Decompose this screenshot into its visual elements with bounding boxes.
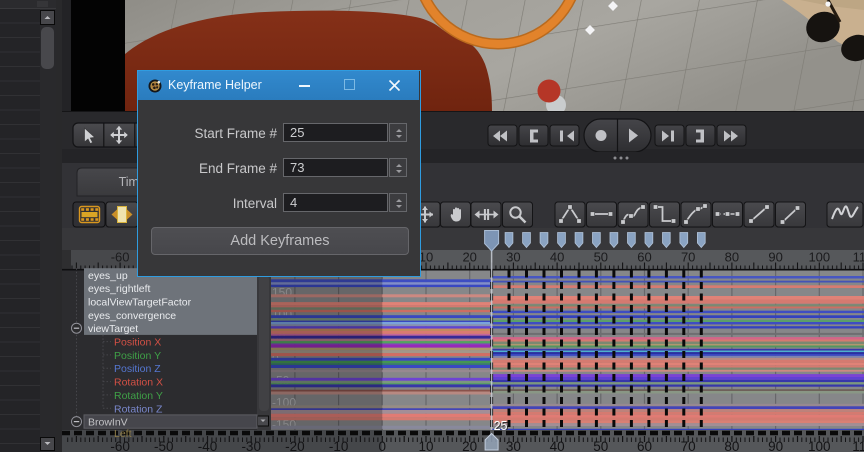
svg-text:90: 90 bbox=[768, 250, 782, 265]
svg-text:BrowInV: BrowInV bbox=[88, 417, 128, 429]
svg-text:localViewTargetFactor: localViewTargetFactor bbox=[88, 297, 192, 309]
svg-text:eyes_rightleft: eyes_rightleft bbox=[88, 283, 151, 295]
svg-text:20: 20 bbox=[462, 439, 477, 452]
svg-text:80: 80 bbox=[725, 250, 739, 265]
svg-text:30: 30 bbox=[506, 439, 521, 452]
svg-text:-50: -50 bbox=[154, 439, 174, 452]
svg-text:110: 110 bbox=[853, 250, 864, 265]
svg-text:-30: -30 bbox=[241, 439, 261, 452]
svg-text:-10: -10 bbox=[329, 439, 349, 452]
svg-text:80: 80 bbox=[724, 439, 739, 452]
svg-text:Rotation Z: Rotation Z bbox=[114, 403, 163, 415]
svg-text:50: 50 bbox=[593, 439, 608, 452]
svg-text:30: 30 bbox=[506, 250, 520, 265]
svg-text:Position Z: Position Z bbox=[114, 363, 161, 375]
svg-text:-60: -60 bbox=[111, 250, 130, 265]
svg-text:90: 90 bbox=[768, 439, 783, 452]
svg-text:Position Y: Position Y bbox=[114, 350, 161, 362]
svg-text:110: 110 bbox=[852, 439, 864, 452]
svg-text:0: 0 bbox=[379, 439, 387, 452]
svg-text:60: 60 bbox=[637, 250, 651, 265]
svg-text:eyes_up: eyes_up bbox=[88, 270, 128, 282]
svg-text:-60: -60 bbox=[110, 439, 130, 452]
svg-text:70: 70 bbox=[681, 250, 695, 265]
svg-text:60: 60 bbox=[637, 439, 652, 452]
svg-text:100: 100 bbox=[808, 439, 831, 452]
svg-text:Rotation Y: Rotation Y bbox=[114, 390, 163, 402]
svg-text:eyes_convergence: eyes_convergence bbox=[88, 310, 176, 322]
svg-text:Position X: Position X bbox=[114, 337, 161, 349]
svg-text:20: 20 bbox=[462, 250, 476, 265]
svg-text:40: 40 bbox=[550, 439, 565, 452]
svg-text:100: 100 bbox=[808, 250, 830, 265]
svg-text:-40: -40 bbox=[198, 439, 218, 452]
svg-text:-20: -20 bbox=[285, 439, 305, 452]
svg-text:70: 70 bbox=[681, 439, 696, 452]
svg-text:viewTarget: viewTarget bbox=[88, 323, 138, 335]
svg-text:10: 10 bbox=[418, 439, 433, 452]
svg-text:Left: Left bbox=[114, 428, 132, 440]
svg-text:Rotation X: Rotation X bbox=[114, 377, 163, 389]
svg-text:50: 50 bbox=[594, 250, 608, 265]
svg-text:40: 40 bbox=[550, 250, 564, 265]
